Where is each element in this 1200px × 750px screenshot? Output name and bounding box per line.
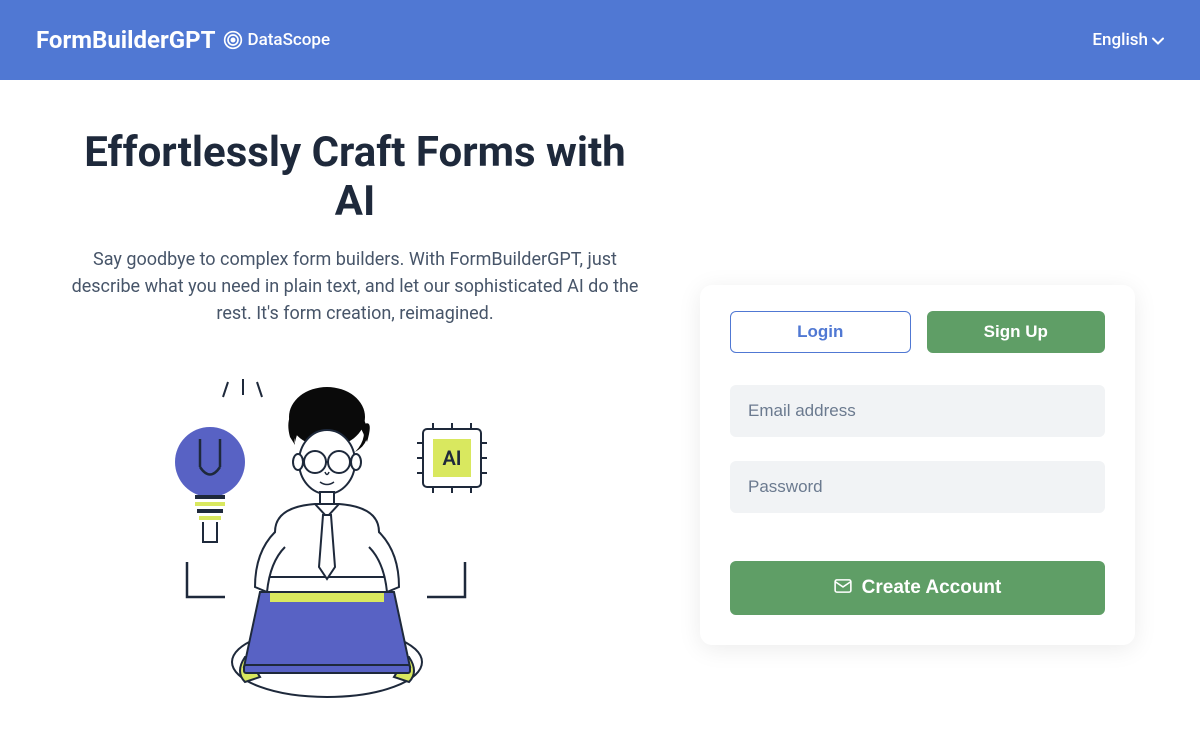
language-selector[interactable]: English (1092, 30, 1164, 50)
ai-chip-icon: AI (417, 423, 487, 597)
header: FormBuilderGPT DataScope English (0, 0, 1200, 80)
auth-section: Login Sign Up Create Account (700, 120, 1185, 707)
create-account-label: Create Account (862, 577, 1002, 599)
tab-login[interactable]: Login (730, 311, 911, 353)
auth-card: Login Sign Up Create Account (700, 285, 1135, 645)
swirl-icon (223, 30, 243, 50)
hero-section: Effortlessly Craft Forms with AI Say goo… (0, 120, 660, 707)
tab-signup[interactable]: Sign Up (927, 311, 1106, 353)
chevron-down-icon (1152, 30, 1164, 50)
password-field[interactable] (730, 461, 1105, 513)
create-account-button[interactable]: Create Account (730, 561, 1105, 615)
language-label: English (1092, 30, 1148, 50)
email-field[interactable] (730, 385, 1105, 437)
svg-text:AI: AI (442, 446, 461, 470)
logo-primary: FormBuilderGPT (36, 26, 215, 54)
auth-tabs: Login Sign Up (730, 311, 1105, 353)
logo-secondary: DataScope (247, 30, 330, 50)
hero-title: Effortlessly Craft Forms with AI (70, 128, 640, 226)
mail-icon (834, 577, 852, 599)
lightbulb-icon (175, 379, 262, 597)
hero-description: Say goodbye to complex form builders. Wi… (70, 246, 640, 327)
person-illustration (232, 387, 422, 697)
logo-secondary-group: DataScope (223, 30, 330, 50)
main-content: Effortlessly Craft Forms with AI Say goo… (0, 80, 1200, 707)
hero-illustration: AI (70, 367, 640, 707)
logo-group: FormBuilderGPT DataScope (36, 26, 330, 54)
